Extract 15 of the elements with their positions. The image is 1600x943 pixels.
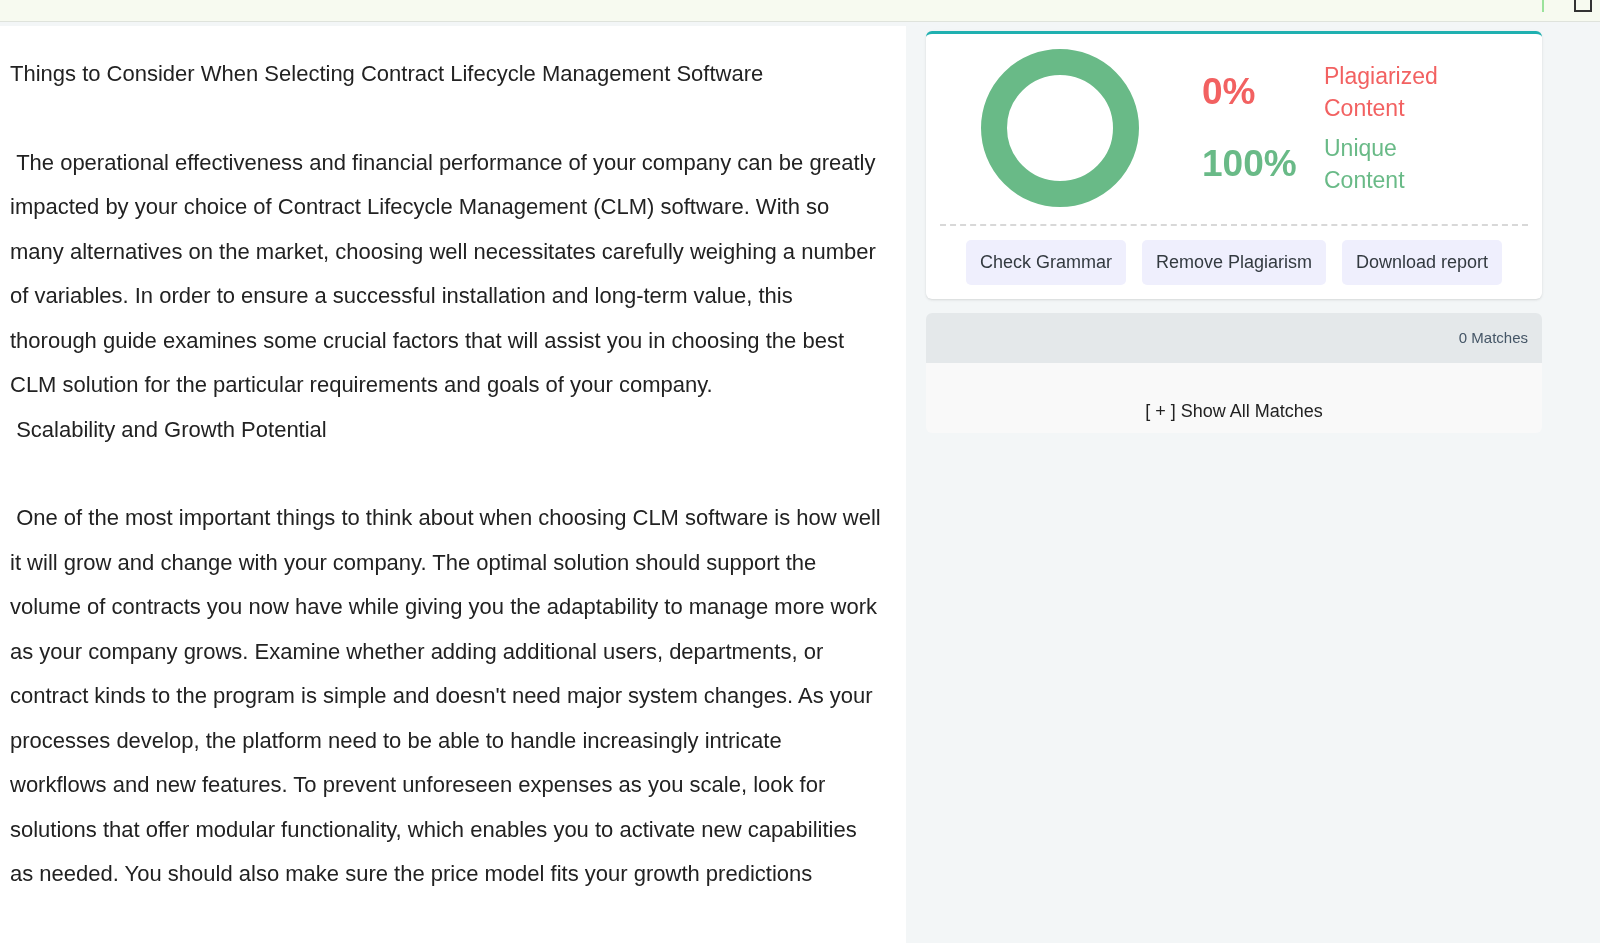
stat-label: Plagiarized Content [1324, 62, 1439, 123]
action-button[interactable]: Check Grammar [965, 240, 1126, 285]
action-button[interactable]: Download report [1342, 240, 1503, 285]
action-button[interactable]: Remove Plagiarism [1141, 240, 1326, 285]
percentage-value: 0% [1202, 70, 1257, 115]
percentage-value: 100% [1202, 142, 1298, 187]
paragraph: One of the most important things to think about when choosing CLM software is how well it will grow and change with your company. The optimal solution should support the volume of contracts you now have while giving you the adaptability to manage more work as your company grows. Examine whether adding additional users, departments, or contract kinds to the program is simple and doesn't need major system changes. As your processes develop, the platform need to be able to handle increasingly intricate workflows and new features. To prevent unforeseen expenses as you scale, look for solutions that offer modular functionality, which enables you to activate new capabilities as needed. You should also make sure the price model fits your growth predictions [10, 504, 882, 888]
document-title: Things to Consider When Selecting Contract Lifecycle Management Software [10, 60, 765, 88]
window-icon[interactable] [1574, 0, 1592, 12]
section-heading: Scalability and Growth Potential [15, 415, 328, 444]
show-all-matches-link[interactable]: [ + ] Show All Matches [1145, 398, 1323, 425]
divider-mark [1542, 0, 1544, 12]
matches-count: 0 Matches [1458, 327, 1528, 348]
stat-label: Unique Content [1324, 134, 1406, 195]
paragraph: The operational effectiveness and financial performance of your company can be greatly impacted by your choice of Contract Lifecycle Management (CLM) software. With so many alternatives on the market, choosing well necessitates carefully weighing a number of variables. In order to ensure a successful installation and long-term value, this thorough guide examines some crucial factors that will assist you in choosing the best CLM solution for the particular requirements and goals of your company. [10, 148, 877, 399]
